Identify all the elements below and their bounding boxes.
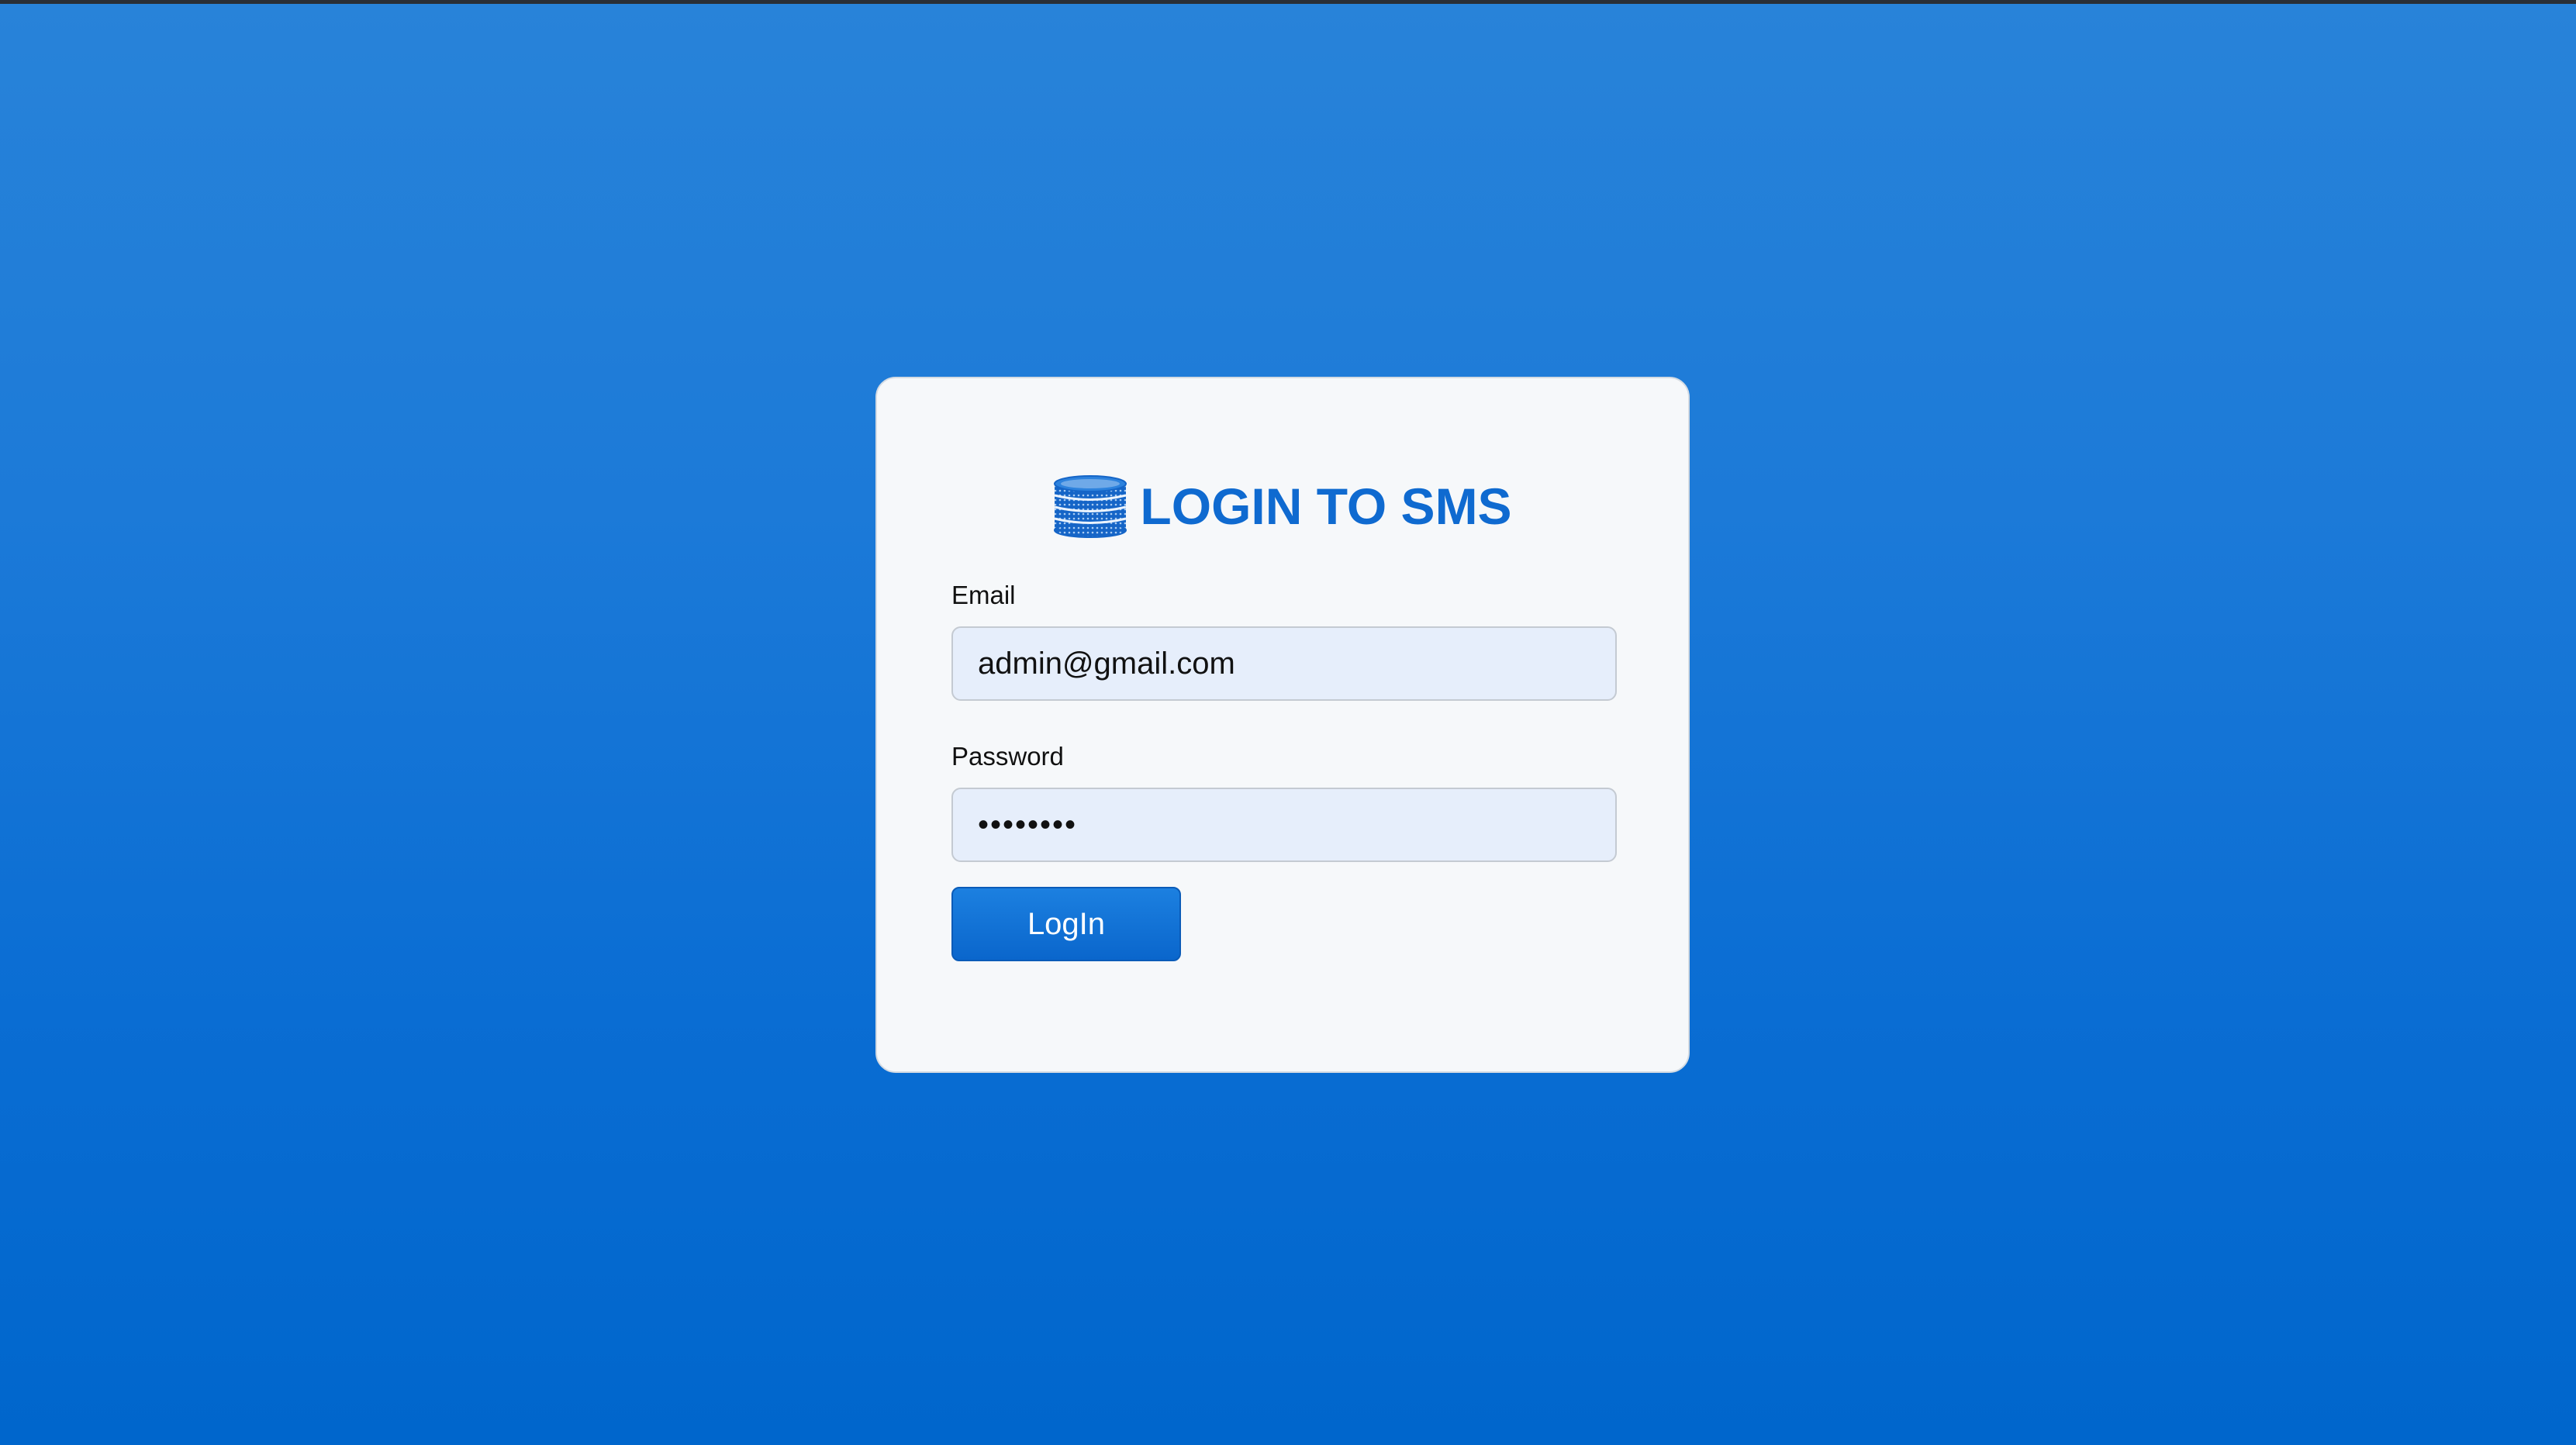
- login-button[interactable]: LogIn: [951, 887, 1181, 961]
- login-heading: LOGIN TO SMS: [877, 471, 1688, 541]
- page-title: LOGIN TO SMS: [1140, 478, 1512, 535]
- login-card: LOGIN TO SMS Email Password LogIn: [875, 377, 1690, 1073]
- password-field[interactable]: [951, 788, 1617, 862]
- email-field[interactable]: [951, 626, 1617, 701]
- email-label: Email: [951, 581, 1016, 609]
- database-icon: [1054, 475, 1127, 538]
- password-label: Password: [951, 742, 1064, 771]
- window-top-strip: [0, 0, 2576, 4]
